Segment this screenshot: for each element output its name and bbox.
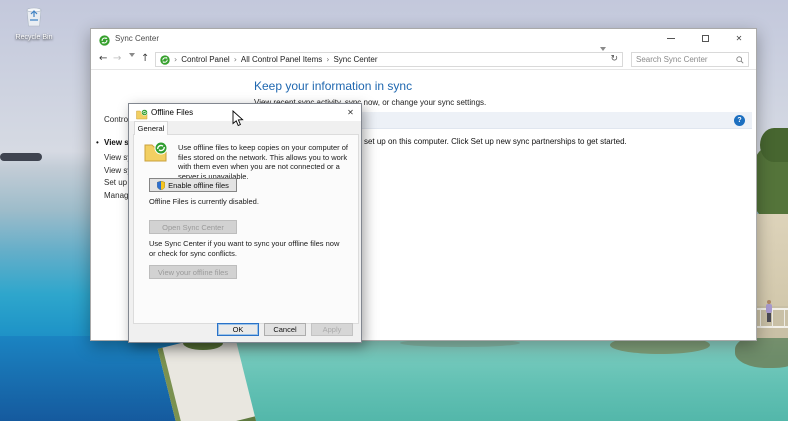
breadcrumb-control-panel[interactable]: Control Panel — [181, 55, 229, 64]
window-controls: ✕ — [654, 29, 756, 49]
mouse-cursor — [232, 109, 244, 133]
minimize-icon — [667, 38, 675, 39]
crumb-separator-icon: › — [233, 55, 237, 64]
dialog-title: Offline Files — [151, 108, 194, 117]
minimize-button[interactable] — [654, 29, 688, 48]
search-icon — [736, 55, 744, 64]
address-history-dropdown[interactable] — [600, 46, 607, 69]
sync-center-hint-text: Use Sync Center if you want to sync your… — [149, 239, 340, 258]
desktop: Recycle Bin Sync Center ✕ ← → ↑ › Contro… — [0, 0, 788, 421]
recycle-bin-icon — [24, 7, 44, 31]
enable-offline-files-label: Enable offline files — [168, 180, 229, 190]
cancel-button[interactable]: Cancel — [264, 323, 306, 336]
address-bar[interactable]: › Control Panel › All Control Panel Item… — [155, 46, 623, 69]
search-box[interactable] — [631, 52, 749, 67]
dialog-close-button[interactable]: ✕ — [343, 106, 358, 119]
dialog-action-row: OK Cancel Apply — [129, 323, 353, 337]
uac-shield-icon — [157, 180, 166, 190]
maximize-icon — [701, 35, 709, 42]
dialog-titlebar[interactable]: Offline Files ✕ — [129, 104, 361, 121]
enable-offline-files-button[interactable]: Enable offline files — [149, 178, 237, 192]
general-tab-page: Use offline files to keep copies on your… — [133, 134, 359, 324]
wallpaper-deep-water — [0, 336, 182, 421]
tab-general[interactable]: General — [134, 121, 168, 135]
window-title: Sync Center — [115, 34, 160, 43]
back-button[interactable]: ← — [99, 49, 107, 69]
wallpaper-island — [0, 153, 42, 161]
address-sync-center-icon — [160, 54, 170, 65]
apply-button[interactable]: Apply — [311, 323, 353, 336]
wallpaper-person — [766, 304, 772, 313]
active-item-bullet: • — [96, 138, 99, 147]
crumb-separator-icon: › — [326, 55, 330, 64]
wallpaper-person-head — [767, 300, 771, 304]
wallpaper-palms — [760, 128, 788, 162]
open-sync-center-button[interactable]: Open Sync Center — [149, 220, 237, 234]
close-button[interactable]: ✕ — [722, 29, 756, 48]
ok-button[interactable]: OK — [217, 323, 259, 336]
chevron-down-icon — [600, 46, 607, 68]
offline-files-dialog: Offline Files ✕ General Use offline file… — [128, 103, 362, 343]
maximize-button[interactable] — [688, 29, 722, 48]
navigation-toolbar: ← → ↑ › Control Panel › All Control Pane… — [91, 46, 756, 74]
window-titlebar[interactable]: Sync Center ✕ — [91, 29, 756, 49]
offline-files-large-icon — [144, 141, 168, 168]
search-input[interactable] — [636, 55, 736, 64]
breadcrumb-sync-center[interactable]: Sync Center — [333, 55, 377, 64]
close-icon: ✕ — [735, 33, 743, 43]
up-button[interactable]: ↑ — [141, 49, 149, 69]
open-sync-center-label: Open Sync Center — [162, 222, 224, 232]
breadcrumb-all-control-panel-items[interactable]: All Control Panel Items — [241, 55, 322, 64]
refresh-button[interactable]: ↻ — [610, 55, 618, 64]
close-icon: ✕ — [347, 108, 354, 117]
recycle-bin-label: Recycle Bin — [15, 34, 53, 41]
forward-button[interactable]: → — [113, 49, 121, 69]
wallpaper-person-legs — [767, 313, 771, 322]
view-offline-files-button[interactable]: View your offline files — [149, 265, 237, 279]
wallpaper-beach — [752, 214, 788, 306]
offline-files-status-text: Offline Files is currently disabled. — [149, 197, 259, 206]
help-icon[interactable]: ? — [734, 115, 745, 126]
page-title: Keep your information in sync — [254, 79, 413, 93]
offline-files-intro-text: Use offline files to keep copies on your… — [178, 143, 348, 181]
recycle-bin-desktop-icon[interactable]: Recycle Bin — [8, 4, 60, 42]
crumb-separator-icon: › — [174, 55, 178, 64]
view-offline-files-label: View your offline files — [157, 267, 229, 277]
